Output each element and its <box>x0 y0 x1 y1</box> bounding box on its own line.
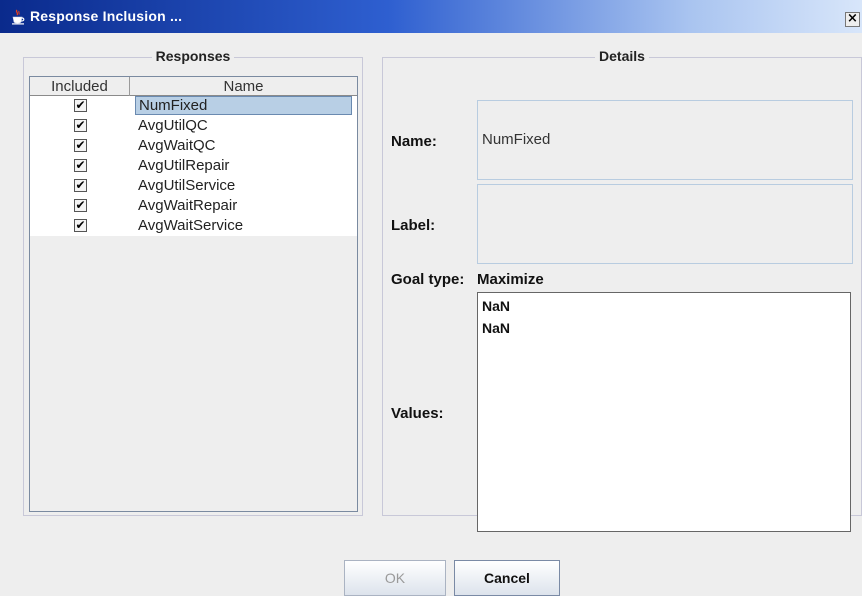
checkbox-icon[interactable]: ✔ <box>74 139 87 152</box>
responses-group-title: Responses <box>151 48 235 64</box>
checkbox-icon[interactable]: ✔ <box>74 159 87 172</box>
cancel-button[interactable]: Cancel <box>454 560 560 596</box>
response-name[interactable]: AvgWaitRepair <box>135 196 237 215</box>
name-value: NumFixed <box>482 131 551 148</box>
response-name[interactable]: AvgUtilQC <box>135 116 208 135</box>
value-item[interactable]: NaN <box>482 295 854 317</box>
label-label: Label: <box>391 217 436 234</box>
response-name[interactable]: AvgWaitQC <box>135 136 216 155</box>
checkbox-icon[interactable]: ✔ <box>74 119 87 132</box>
table-rows: ✔ NumFixed ✔ AvgUtilQC ✔ AvgWaitQC ✔ Avg… <box>30 96 357 236</box>
table-row[interactable]: ✔ AvgWaitService <box>30 216 357 236</box>
table-row[interactable]: ✔ AvgUtilService <box>30 176 357 196</box>
column-header-name[interactable]: Name <box>130 77 357 96</box>
checkbox-icon[interactable]: ✔ <box>74 99 87 112</box>
column-header-included[interactable]: Included <box>30 77 130 96</box>
ok-button[interactable]: OK <box>344 560 446 596</box>
close-icon[interactable]: × <box>845 12 860 27</box>
values-label: Values: <box>391 405 444 422</box>
response-name[interactable]: AvgUtilService <box>135 176 235 195</box>
java-cup-icon <box>12 9 25 25</box>
dialog-content: Responses Included Name ✔ NumFixed ✔ Avg… <box>10 33 862 596</box>
table-empty-area <box>30 236 357 511</box>
checkbox-icon[interactable]: ✔ <box>74 199 87 212</box>
name-label: Name: <box>391 133 437 150</box>
table-row[interactable]: ✔ AvgUtilRepair <box>30 156 357 176</box>
title-bar: Response Inclusion ... × <box>0 0 862 33</box>
name-field: NumFixed <box>477 100 853 180</box>
table-header: Included Name <box>30 77 357 96</box>
table-row[interactable]: ✔ AvgUtilQC <box>30 116 357 136</box>
goal-type-value: Maximize <box>477 271 544 288</box>
checkbox-icon[interactable]: ✔ <box>74 179 87 192</box>
goal-type-label: Goal type: <box>391 271 465 288</box>
values-list[interactable]: NaN NaN <box>477 292 851 532</box>
responses-table[interactable]: Included Name ✔ NumFixed ✔ AvgUtilQC ✔ A… <box>29 76 358 512</box>
responses-group: Responses Included Name ✔ NumFixed ✔ Avg… <box>23 48 363 516</box>
response-name[interactable]: NumFixed <box>135 96 352 115</box>
table-row[interactable]: ✔ AvgWaitRepair <box>30 196 357 216</box>
details-group-title: Details <box>595 48 649 64</box>
label-field <box>477 184 853 264</box>
response-name[interactable]: AvgWaitService <box>135 216 243 235</box>
response-name[interactable]: AvgUtilRepair <box>135 156 229 175</box>
table-row[interactable]: ✔ NumFixed <box>30 96 357 116</box>
table-row[interactable]: ✔ AvgWaitQC <box>30 136 357 156</box>
value-item[interactable]: NaN <box>482 317 854 339</box>
checkbox-icon[interactable]: ✔ <box>74 219 87 232</box>
window-title: Response Inclusion ... <box>30 8 183 24</box>
details-group: Details Name: NumFixed Label: Goal type:… <box>382 48 862 532</box>
